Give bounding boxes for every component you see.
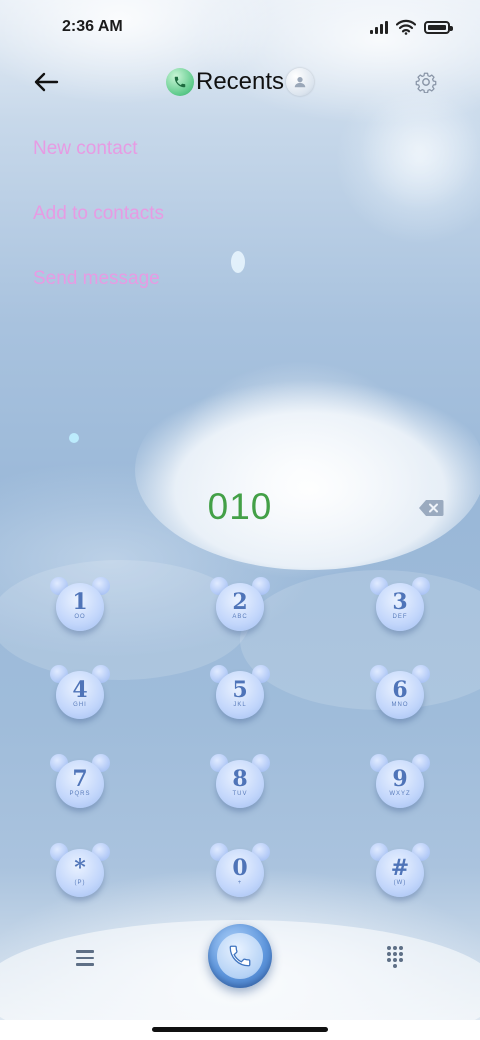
phone-call-icon [229, 945, 251, 967]
key-8[interactable]: 8 TUV [210, 754, 270, 813]
key-hash[interactable]: # (W) [370, 843, 430, 902]
call-button[interactable] [208, 924, 272, 988]
hamburger-menu-icon[interactable] [72, 946, 98, 970]
dialpad-icon[interactable] [384, 944, 406, 970]
key-5[interactable]: 5 JKL [210, 665, 270, 724]
home-indicator[interactable] [152, 1027, 328, 1032]
key-7[interactable]: 7 PQRS [50, 754, 110, 813]
key-1[interactable]: 1 OO [50, 577, 110, 636]
key-0[interactable]: 0 + [210, 843, 270, 902]
key-star[interactable]: * (P) [50, 843, 110, 902]
key-2[interactable]: 2 ABC [210, 577, 270, 636]
key-6[interactable]: 6 MNO [370, 665, 430, 724]
keypad: 1 OO 2 ABC 3 DEF 4 GHI 5 JKL 6 MNO 7 PQR… [0, 0, 480, 1020]
key-4[interactable]: 4 GHI [50, 665, 110, 724]
key-3[interactable]: 3 DEF [370, 577, 430, 636]
dialer-screen: 2:36 AM Recents New contact Add to conta… [0, 0, 480, 1020]
key-9[interactable]: 9 WXYZ [370, 754, 430, 813]
bottom-bar [0, 920, 480, 1000]
